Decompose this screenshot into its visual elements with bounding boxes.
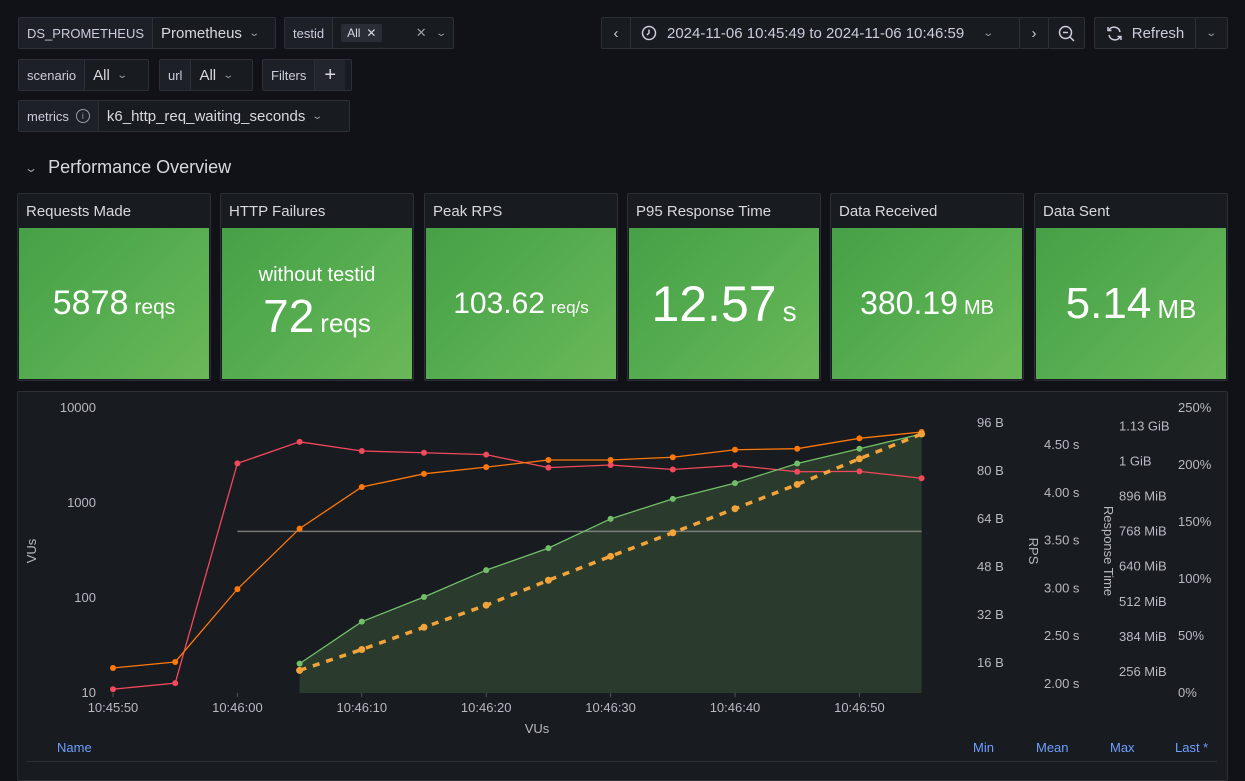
legend-header-mean[interactable]: Mean <box>1036 740 1069 755</box>
right-axis-tick-label: 768 MiB <box>1119 524 1167 539</box>
data-point-red[interactable] <box>856 468 863 475</box>
data-point-green[interactable] <box>483 567 490 574</box>
right-axis-tick-label: 640 MiB <box>1119 559 1167 574</box>
data-point-green[interactable] <box>421 594 427 600</box>
right-axis-tick-label: 64 B <box>977 511 1004 526</box>
data-point-orange[interactable] <box>856 435 863 442</box>
data-point-green[interactable] <box>856 445 863 452</box>
data-point-yellow-dashed[interactable] <box>544 576 552 584</box>
y-tick-label: 100 <box>74 590 96 605</box>
y-tick-label: 1000 <box>67 495 96 510</box>
data-point-red[interactable] <box>234 460 241 467</box>
data-point-yellow-dashed[interactable] <box>296 666 304 674</box>
data-point-red[interactable] <box>545 464 552 471</box>
legend-header-name[interactable]: Name <box>57 740 92 755</box>
data-point-green[interactable] <box>794 460 801 467</box>
right-axis-label: RPS <box>1026 538 1041 565</box>
y-tick-label: 10 <box>82 685 96 700</box>
x-tick-label: 10:45:50 <box>88 700 139 715</box>
right-axis-tick-label: 100% <box>1178 571 1212 586</box>
right-axis-tick-label: 96 B <box>977 415 1004 430</box>
y-tick-label: 10000 <box>60 400 96 415</box>
data-point-orange[interactable] <box>358 483 365 490</box>
right-axis-tick-label: 384 MiB <box>1119 629 1167 644</box>
right-axis-tick-label: 3.00 s <box>1044 580 1080 595</box>
data-point-yellow-dashed[interactable] <box>669 529 677 537</box>
right-axis-tick-label: 896 MiB <box>1119 489 1167 504</box>
right-axis-tick-label: 50% <box>1178 628 1204 643</box>
x-tick-label: 10:46:10 <box>336 700 387 715</box>
right-axis-tick-label: 1 GiB <box>1119 453 1152 468</box>
right-axis-tick-label: 512 MiB <box>1119 594 1167 609</box>
right-axis-label: Response Time <box>1101 506 1116 596</box>
data-point-orange[interactable] <box>794 445 801 452</box>
data-point-red[interactable] <box>296 438 303 445</box>
right-axis-tick-label: 150% <box>1178 514 1212 529</box>
data-point-green[interactable] <box>732 480 738 487</box>
data-point-yellow-dashed[interactable] <box>607 552 615 560</box>
data-point-yellow-dashed[interactable] <box>358 646 366 654</box>
x-axis-label: VUs <box>525 721 550 736</box>
legend-divider <box>27 761 1217 762</box>
data-point-yellow-dashed[interactable] <box>855 455 863 463</box>
data-point-yellow-dashed[interactable] <box>731 505 739 513</box>
data-point-red[interactable] <box>918 475 925 482</box>
legend-header-min[interactable]: Min <box>973 740 994 755</box>
data-point-red[interactable] <box>110 686 116 693</box>
data-point-orange[interactable] <box>669 454 676 461</box>
right-axis-tick-label: 16 B <box>977 655 1004 670</box>
right-axis-tick-label: 0% <box>1178 685 1197 700</box>
data-point-red[interactable] <box>358 448 365 455</box>
right-axis-tick-label: 200% <box>1178 457 1212 472</box>
data-point-red[interactable] <box>483 451 490 458</box>
x-tick-label: 10:46:00 <box>212 700 263 715</box>
right-axis-tick-label: 2.00 s <box>1044 676 1080 691</box>
data-point-yellow-dashed[interactable] <box>482 601 490 609</box>
x-tick-label: 10:46:30 <box>585 700 636 715</box>
data-point-orange[interactable] <box>732 446 738 453</box>
y-axis-label: VUs <box>24 538 39 563</box>
data-point-red[interactable] <box>732 462 738 469</box>
data-point-yellow-dashed[interactable] <box>918 430 926 438</box>
data-point-orange[interactable] <box>607 456 614 463</box>
right-axis-tick-label: 32 B <box>977 607 1004 622</box>
right-axis-tick-label: 4.00 s <box>1044 485 1080 500</box>
data-point-red[interactable] <box>669 466 676 473</box>
data-point-orange[interactable] <box>234 586 241 593</box>
data-point-orange[interactable] <box>421 470 427 477</box>
data-point-red[interactable] <box>172 680 179 687</box>
right-axis-tick-label: 250% <box>1178 400 1212 415</box>
data-point-yellow-dashed[interactable] <box>793 480 801 488</box>
data-point-green[interactable] <box>669 495 676 502</box>
x-tick-label: 10:46:20 <box>461 700 512 715</box>
data-point-yellow-dashed[interactable] <box>420 623 428 631</box>
right-axis-tick-label: 3.50 s <box>1044 533 1080 548</box>
data-point-red[interactable] <box>794 468 801 475</box>
right-axis-tick-label: 256 MiB <box>1119 664 1167 679</box>
right-axis-tick-label: 4.50 s <box>1044 437 1080 452</box>
data-point-red[interactable] <box>421 449 427 456</box>
x-tick-label: 10:46:50 <box>834 700 885 715</box>
data-point-green[interactable] <box>358 618 365 625</box>
right-axis-tick-label: 1.13 GiB <box>1119 418 1170 433</box>
data-point-orange[interactable] <box>483 464 490 471</box>
right-axis-tick-label: 2.50 s <box>1044 628 1080 643</box>
data-point-orange[interactable] <box>110 664 116 671</box>
timeseries-chart[interactable]: 10 100 1000 10000 VUs 10:45:50 10:46:00 10:46:1… <box>0 0 1245 768</box>
right-axis-tick-label: 48 B <box>977 559 1004 574</box>
right-axis-tick-label: 80 B <box>977 463 1004 478</box>
data-point-orange[interactable] <box>296 525 303 532</box>
legend-header-last[interactable]: Last * <box>1175 740 1208 755</box>
data-point-green[interactable] <box>545 545 552 552</box>
data-point-green[interactable] <box>296 660 303 667</box>
legend-header-max[interactable]: Max <box>1110 740 1135 755</box>
x-tick-label: 10:46:40 <box>710 700 761 715</box>
data-point-orange[interactable] <box>545 456 552 463</box>
data-point-orange[interactable] <box>172 658 179 665</box>
data-point-green[interactable] <box>607 515 614 522</box>
